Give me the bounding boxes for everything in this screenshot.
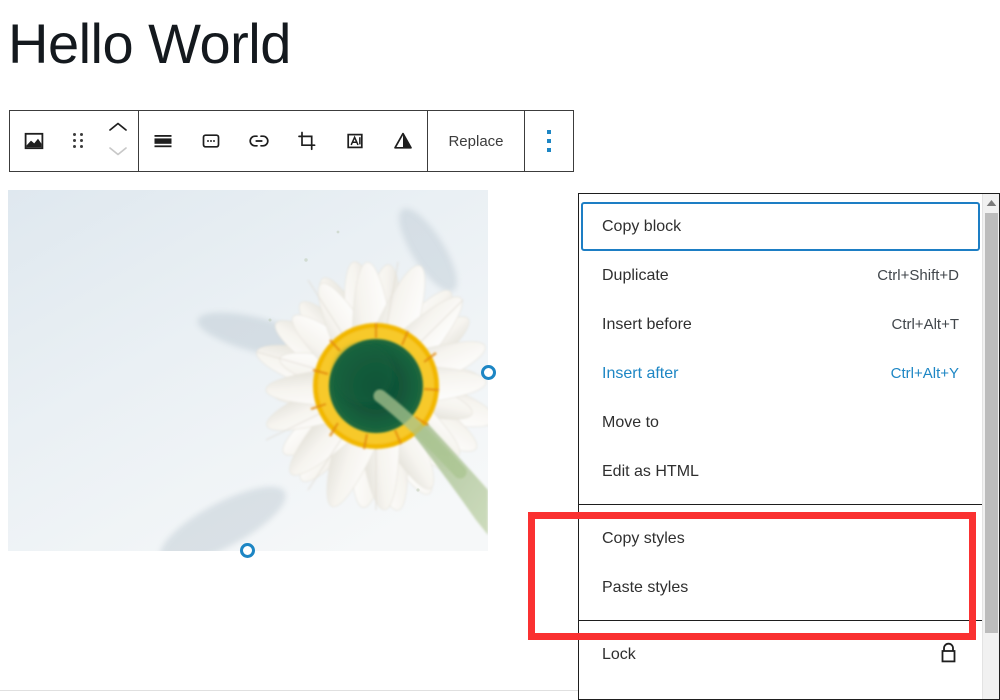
menu-item-copy-styles[interactable]: Copy styles (581, 514, 980, 563)
alt-text-icon (343, 129, 367, 153)
menu-item-lock[interactable]: Lock (581, 630, 980, 679)
menu-item-copy-block[interactable]: Copy block (581, 202, 980, 251)
alt-text-button[interactable] (331, 111, 379, 171)
chevron-down-icon[interactable] (108, 144, 128, 162)
menu-item-label: Paste styles (602, 579, 688, 597)
toolbar-group-replace: Replace (428, 111, 525, 171)
move-up-down-buttons[interactable] (98, 111, 138, 171)
resize-handle-right[interactable] (481, 365, 496, 380)
link-button[interactable] (235, 111, 283, 171)
vertical-ellipsis-icon (547, 130, 551, 152)
image-block-icon-button[interactable] (10, 111, 58, 171)
align-icon (151, 129, 175, 153)
menu-item-edit-as-html[interactable]: Edit as HTML (581, 447, 980, 496)
menu-item-label: Copy styles (602, 530, 685, 548)
crop-icon (295, 129, 319, 153)
link-icon (246, 129, 272, 153)
lock-icon (938, 641, 959, 669)
menu-item-label: Duplicate (602, 267, 669, 285)
toolbar-group-options (525, 111, 573, 171)
caption-button[interactable] (187, 111, 235, 171)
caption-icon (199, 129, 223, 153)
chevron-up-icon[interactable] (108, 120, 128, 138)
page-title[interactable]: Hello World (8, 8, 291, 80)
menu-item-insert-before[interactable]: Insert before Ctrl+Alt+T (581, 300, 980, 349)
menu-item-label: Copy block (602, 218, 681, 236)
scrollbar-thumb[interactable] (985, 213, 998, 633)
toolbar-group-block-type (10, 111, 139, 171)
menu-item-label: Insert before (602, 316, 692, 334)
replace-button[interactable]: Replace (428, 111, 524, 171)
duotone-filter-button[interactable] (379, 111, 427, 171)
menu-item-label: Insert after (602, 365, 678, 383)
menu-section-style-actions: Copy styles Paste styles (579, 504, 982, 612)
image-icon (22, 129, 46, 153)
menu-item-shortcut: Ctrl+Alt+Y (891, 365, 959, 382)
menu-item-shortcut: Ctrl+Alt+T (891, 316, 959, 333)
drag-handle-icon (73, 133, 83, 149)
daisy-photo (8, 190, 488, 551)
toolbar-group-block-controls (139, 111, 428, 171)
menu-list: Copy block Duplicate Ctrl+Shift+D Insert… (579, 194, 982, 699)
block-toolbar: Replace (9, 110, 574, 172)
menu-item-insert-after[interactable]: Insert after Ctrl+Alt+Y (581, 349, 980, 398)
menu-section-block-actions: Copy block Duplicate Ctrl+Shift+D Insert… (579, 202, 982, 496)
scroll-up-arrow-icon[interactable] (983, 194, 999, 211)
drag-handle-button[interactable] (58, 111, 98, 171)
menu-scrollbar[interactable] (982, 194, 999, 699)
menu-item-shortcut: Ctrl+Shift+D (877, 267, 959, 284)
menu-item-label: Move to (602, 414, 659, 432)
menu-item-move-to[interactable]: Move to (581, 398, 980, 447)
block-options-menu: Copy block Duplicate Ctrl+Shift+D Insert… (578, 193, 1000, 700)
menu-item-label: Edit as HTML (602, 463, 699, 481)
more-options-button[interactable] (525, 111, 573, 171)
menu-item-label: Lock (602, 646, 636, 664)
menu-item-paste-styles[interactable]: Paste styles (581, 563, 980, 612)
crop-button[interactable] (283, 111, 331, 171)
menu-section-lock-actions: Lock (579, 620, 982, 679)
resize-handle-bottom[interactable] (240, 543, 255, 558)
content-divider (0, 690, 578, 691)
menu-item-duplicate[interactable]: Duplicate Ctrl+Shift+D (581, 251, 980, 300)
align-button[interactable] (139, 111, 187, 171)
image-block[interactable] (8, 190, 488, 551)
duotone-icon (391, 129, 415, 153)
